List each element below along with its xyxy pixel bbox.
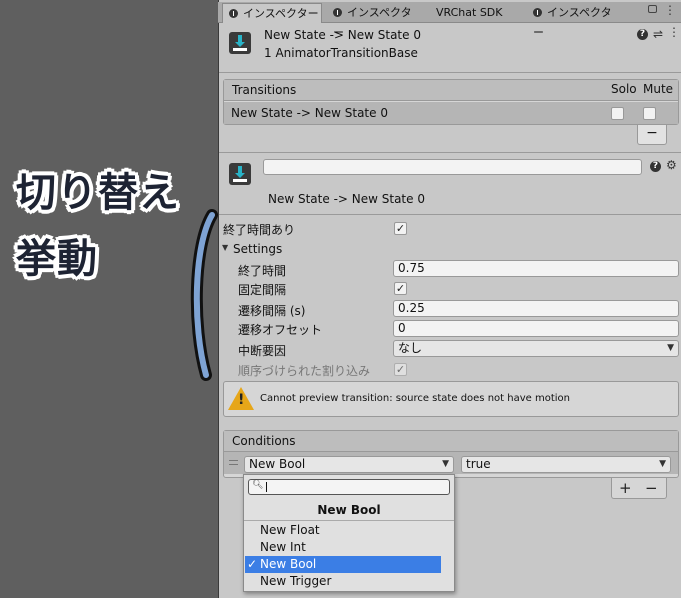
chevron-down-icon: ▼ — [442, 459, 449, 469]
mute-header: Mute — [643, 82, 674, 96]
exit-time-label: 終了時間 — [238, 264, 287, 278]
condition-parameter-dropdown[interactable]: New Bool ▼ — [244, 456, 454, 473]
divider — [219, 152, 681, 153]
popup-search-input[interactable]: 🔍︎ — [248, 479, 450, 495]
popup-item-new-bool[interactable]: ✓ New Bool — [245, 556, 441, 573]
add-condition-button[interactable]: + — [619, 479, 632, 497]
chevron-down-icon: ▼ — [667, 343, 674, 353]
transition-name-input[interactable] — [263, 159, 642, 175]
has-exit-time-label: 終了時間あり — [223, 223, 296, 237]
ordered-interruption-label: 順序づけられた割り込み — [238, 364, 371, 378]
chevron-down-icon: ▼ — [659, 459, 666, 469]
header-subtitle: 1 AnimatorTransitionBase — [264, 46, 418, 60]
transition-icon — [229, 32, 251, 54]
condition-mode-value: true — [466, 457, 491, 471]
divider — [219, 214, 681, 215]
scene-background — [0, 0, 218, 598]
exit-time-input[interactable]: 0.75 — [393, 260, 679, 277]
fixed-duration-checkbox[interactable]: ✓ — [394, 282, 407, 295]
settings-foldout[interactable]: Settings — [233, 242, 282, 256]
interruption-source-label: 中断要因 — [238, 344, 287, 358]
annotation-text-switch: 切り替え — [16, 170, 180, 216]
tab-label: インスペクター — [243, 7, 319, 20]
solo-checkbox[interactable] — [611, 107, 624, 120]
condition-parameter-value: New Bool — [249, 457, 306, 471]
warning-exclamation: ! — [238, 392, 245, 408]
transition-duration-input[interactable]: 0.25 — [393, 300, 679, 317]
lock-icon[interactable] — [648, 5, 657, 13]
conditions-title: Conditions — [232, 434, 296, 448]
parameter-popup-menu: 🔍︎ New Bool New Float New Int ✓ New Bool … — [243, 474, 455, 592]
tab-inspector-2[interactable]: インスペクター — [327, 3, 422, 39]
tab-inspector-1[interactable]: インスペクター — [222, 3, 322, 23]
interruption-source-dropdown[interactable]: なし ▼ — [393, 340, 679, 357]
drag-handle-icon[interactable] — [229, 460, 238, 465]
more-menu-icon[interactable]: ⋮ — [668, 25, 680, 39]
remove-transition-button[interactable]: − — [637, 125, 667, 145]
transition-offset-label: 遷移オフセット — [238, 323, 323, 337]
popup-item-new-float[interactable]: New Float — [245, 522, 441, 539]
warning-text: Cannot preview transition: source state … — [260, 393, 570, 404]
help-icon[interactable]: ? — [637, 29, 648, 40]
more-menu-icon[interactable]: ⋮ — [664, 4, 676, 16]
divider — [219, 72, 681, 73]
transition-offset-input[interactable]: 0 — [393, 320, 679, 337]
popup-item-label: New Int — [260, 540, 306, 554]
transition-icon — [229, 163, 251, 185]
popup-item-new-int[interactable]: New Int — [245, 539, 441, 556]
transition-duration-label: 遷移間隔 (s) — [238, 304, 306, 318]
checkmark-icon: ✓ — [247, 557, 258, 571]
gear-icon[interactable]: ⚙ — [666, 158, 677, 172]
settings-sliders-icon[interactable]: ⇌ — [653, 27, 663, 41]
text-cursor — [266, 482, 267, 492]
transitions-header: Transitions — [224, 80, 678, 101]
condition-mode-dropdown[interactable]: true ▼ — [461, 456, 671, 473]
header-title: New State -> New State 0 — [264, 28, 421, 42]
popup-item-label: New Float — [260, 523, 320, 537]
popup-header: New Bool — [317, 503, 381, 517]
tab-vrchat-sdk[interactable]: VRChat SDK — [430, 3, 520, 23]
transitions-title: Transitions — [232, 83, 297, 97]
interruption-source-value: なし — [398, 341, 423, 355]
transition-row-label: New State -> New State 0 — [231, 106, 388, 120]
fixed-duration-label: 固定間隔 — [238, 283, 287, 297]
remove-condition-button[interactable]: − — [645, 479, 658, 497]
popup-item-new-trigger[interactable]: New Trigger — [245, 573, 441, 590]
popup-item-label: New Trigger — [260, 574, 332, 588]
solo-header: Solo — [611, 82, 637, 96]
foldout-arrow-icon[interactable]: ▼ — [222, 243, 228, 252]
tab-inspector-3[interactable]: インスペクター — [527, 3, 622, 39]
annotation-text-behavior: 挙動 — [16, 236, 98, 282]
tab-label: VRChat SDK — [436, 6, 503, 19]
help-icon[interactable]: ? — [650, 161, 661, 172]
ordered-interruption-checkbox: ✓ — [394, 363, 407, 376]
search-icon: 🔍︎ — [252, 480, 264, 490]
transition-label: New State -> New State 0 — [268, 192, 425, 206]
has-exit-time-checkbox[interactable]: ✓ — [394, 222, 407, 235]
mute-checkbox[interactable] — [643, 107, 656, 120]
info-icon — [533, 8, 542, 17]
divider — [244, 520, 454, 521]
popup-item-label: New Bool — [260, 557, 317, 571]
info-icon — [333, 8, 342, 17]
conditions-header: Conditions — [224, 431, 678, 452]
info-icon — [229, 9, 238, 18]
